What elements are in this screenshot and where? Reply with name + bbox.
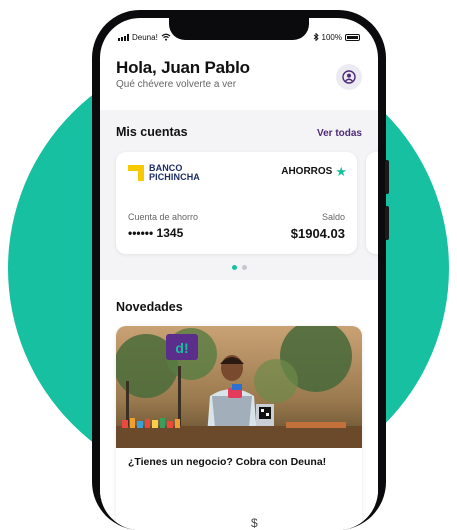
account-type-badge: AHORROS ★ <box>281 165 347 178</box>
carousel-dot-active[interactable] <box>231 265 237 270</box>
see-all-accounts-link[interactable]: Ver todas <box>317 128 362 139</box>
wifi-icon <box>161 33 171 41</box>
phone-side-button <box>385 206 389 240</box>
account-card[interactable]: BANCO PICHINCHA AHORROS ★ Cuenta de ahor… <box>116 152 357 254</box>
battery-icon <box>345 33 360 41</box>
account-type-label: AHORROS <box>281 166 333 177</box>
user-icon <box>342 70 356 84</box>
battery-percent: 100% <box>321 32 342 42</box>
signal-icon <box>118 33 129 41</box>
greeting-header: Hola, Juan Pablo Qué chévere volverte a … <box>116 58 362 90</box>
news-card-text: ¿Tienes un negocio? Cobra con Deuna! <box>128 456 327 468</box>
phone-screen: Deuna! 100% Hola, Juan Pablo Qué chévere… <box>100 18 378 530</box>
balance-value: $1904.03 <box>290 226 345 241</box>
balance-label: Saldo <box>321 212 345 222</box>
star-icon[interactable]: ★ <box>335 165 347 178</box>
news-card[interactable]: d! ¿Tienes un negocio? Cobra con Deuna! … <box>116 326 362 530</box>
carousel-dot[interactable] <box>241 265 247 270</box>
greeting-subtitle: Qué chévere volverte a ver <box>116 79 237 90</box>
accounts-title: Mis cuentas <box>116 125 188 139</box>
carrier-name: Deuna! <box>132 32 158 42</box>
greeting-title: Hola, Juan Pablo <box>116 58 250 77</box>
account-number: •••••• 1345 <box>128 226 184 240</box>
news-title: Novedades <box>116 300 183 314</box>
phone-notch <box>169 18 309 40</box>
bank-logo: BANCO PICHINCHA <box>128 164 200 182</box>
accounts-section: Mis cuentas Ver todas BANCO PICHINCHA AH… <box>100 110 378 280</box>
bank-logo-icon <box>128 165 144 181</box>
deuna-sign-text: d! <box>175 340 188 356</box>
phone-frame: Deuna! 100% Hola, Juan Pablo Qué chévere… <box>92 10 389 530</box>
phone-side-button <box>385 160 389 194</box>
merchant-photo: d! <box>116 326 362 448</box>
next-account-card[interactable] <box>366 152 378 254</box>
carousel-dots <box>100 265 378 270</box>
bank-name-line2: PICHINCHA <box>149 172 200 182</box>
profile-button[interactable] <box>336 64 362 90</box>
dollar-icon[interactable]: $ <box>251 516 258 530</box>
account-label: Cuenta de ahorro <box>128 212 199 222</box>
bluetooth-icon <box>313 33 319 41</box>
